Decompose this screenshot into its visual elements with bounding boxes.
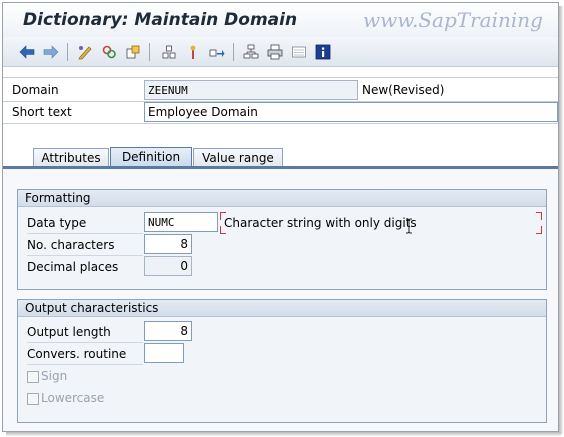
object-list-icon[interactable] [207, 42, 227, 62]
decimal-places-label: Decimal places [27, 260, 119, 274]
title-bar: Dictionary: Maintain Domain www.SapTrain… [3, 3, 558, 37]
output-length-label: Output length [27, 325, 111, 339]
domain-field[interactable]: ZEENUM [144, 80, 358, 100]
hierarchy-icon[interactable] [241, 42, 261, 62]
convers-routine-label: Convers. routine [27, 347, 127, 361]
domain-label: Domain [12, 83, 59, 97]
where-used-icon[interactable] [183, 42, 203, 62]
check-icon[interactable] [123, 42, 143, 62]
output-group-title: Output characteristics [18, 300, 546, 317]
no-characters-field[interactable]: 8 [144, 234, 192, 254]
display-change-icon[interactable] [75, 42, 95, 62]
back-arrow-icon[interactable] [17, 42, 37, 62]
output-length-field[interactable]: 8 [144, 321, 192, 341]
data-type-label: Data type [27, 216, 87, 230]
short-text-label: Short text [12, 105, 72, 119]
print-icon[interactable] [265, 42, 285, 62]
lowercase-label: Lowercase [41, 391, 105, 405]
watermark-text: www.SapTraining [363, 8, 543, 32]
data-type-description: Character string with only digits [224, 216, 417, 230]
tab-definition-label: Definition [121, 150, 181, 164]
tab-attributes-label: Attributes [41, 151, 101, 165]
data-type-field[interactable]: NUMC [144, 212, 218, 232]
decimal-places-field[interactable]: 0 [144, 256, 192, 276]
application-toolbar [3, 37, 558, 67]
formatting-group-title: Formatting [18, 190, 546, 207]
sign-checkbox[interactable] [27, 371, 39, 383]
text-cursor-icon [405, 218, 413, 237]
tab-attributes[interactable]: Attributes [33, 148, 109, 168]
other-object-icon[interactable] [99, 42, 119, 62]
tab-value-range[interactable]: Value range [193, 148, 283, 168]
activate-icon[interactable] [159, 42, 179, 62]
domain-status: New(Revised) [362, 83, 445, 97]
formatting-group: Formatting Data type NUMC Character stri… [17, 189, 547, 290]
display-list-icon[interactable] [289, 42, 309, 62]
no-characters-label: No. characters [27, 238, 115, 252]
sap-window: Dictionary: Maintain Domain www.SapTrain… [2, 2, 559, 432]
forward-arrow-icon[interactable] [41, 42, 61, 62]
sign-label: Sign [41, 369, 68, 383]
window-title: Dictionary: Maintain Domain [23, 10, 298, 30]
info-icon[interactable] [313, 42, 333, 62]
tab-value-range-label: Value range [202, 151, 274, 165]
short-text-field[interactable]: Employee Domain [144, 102, 558, 122]
lowercase-checkbox[interactable] [27, 393, 39, 405]
convers-routine-field[interactable] [144, 343, 184, 363]
output-characteristics-group: Output characteristics Output length 8 C… [17, 299, 547, 423]
